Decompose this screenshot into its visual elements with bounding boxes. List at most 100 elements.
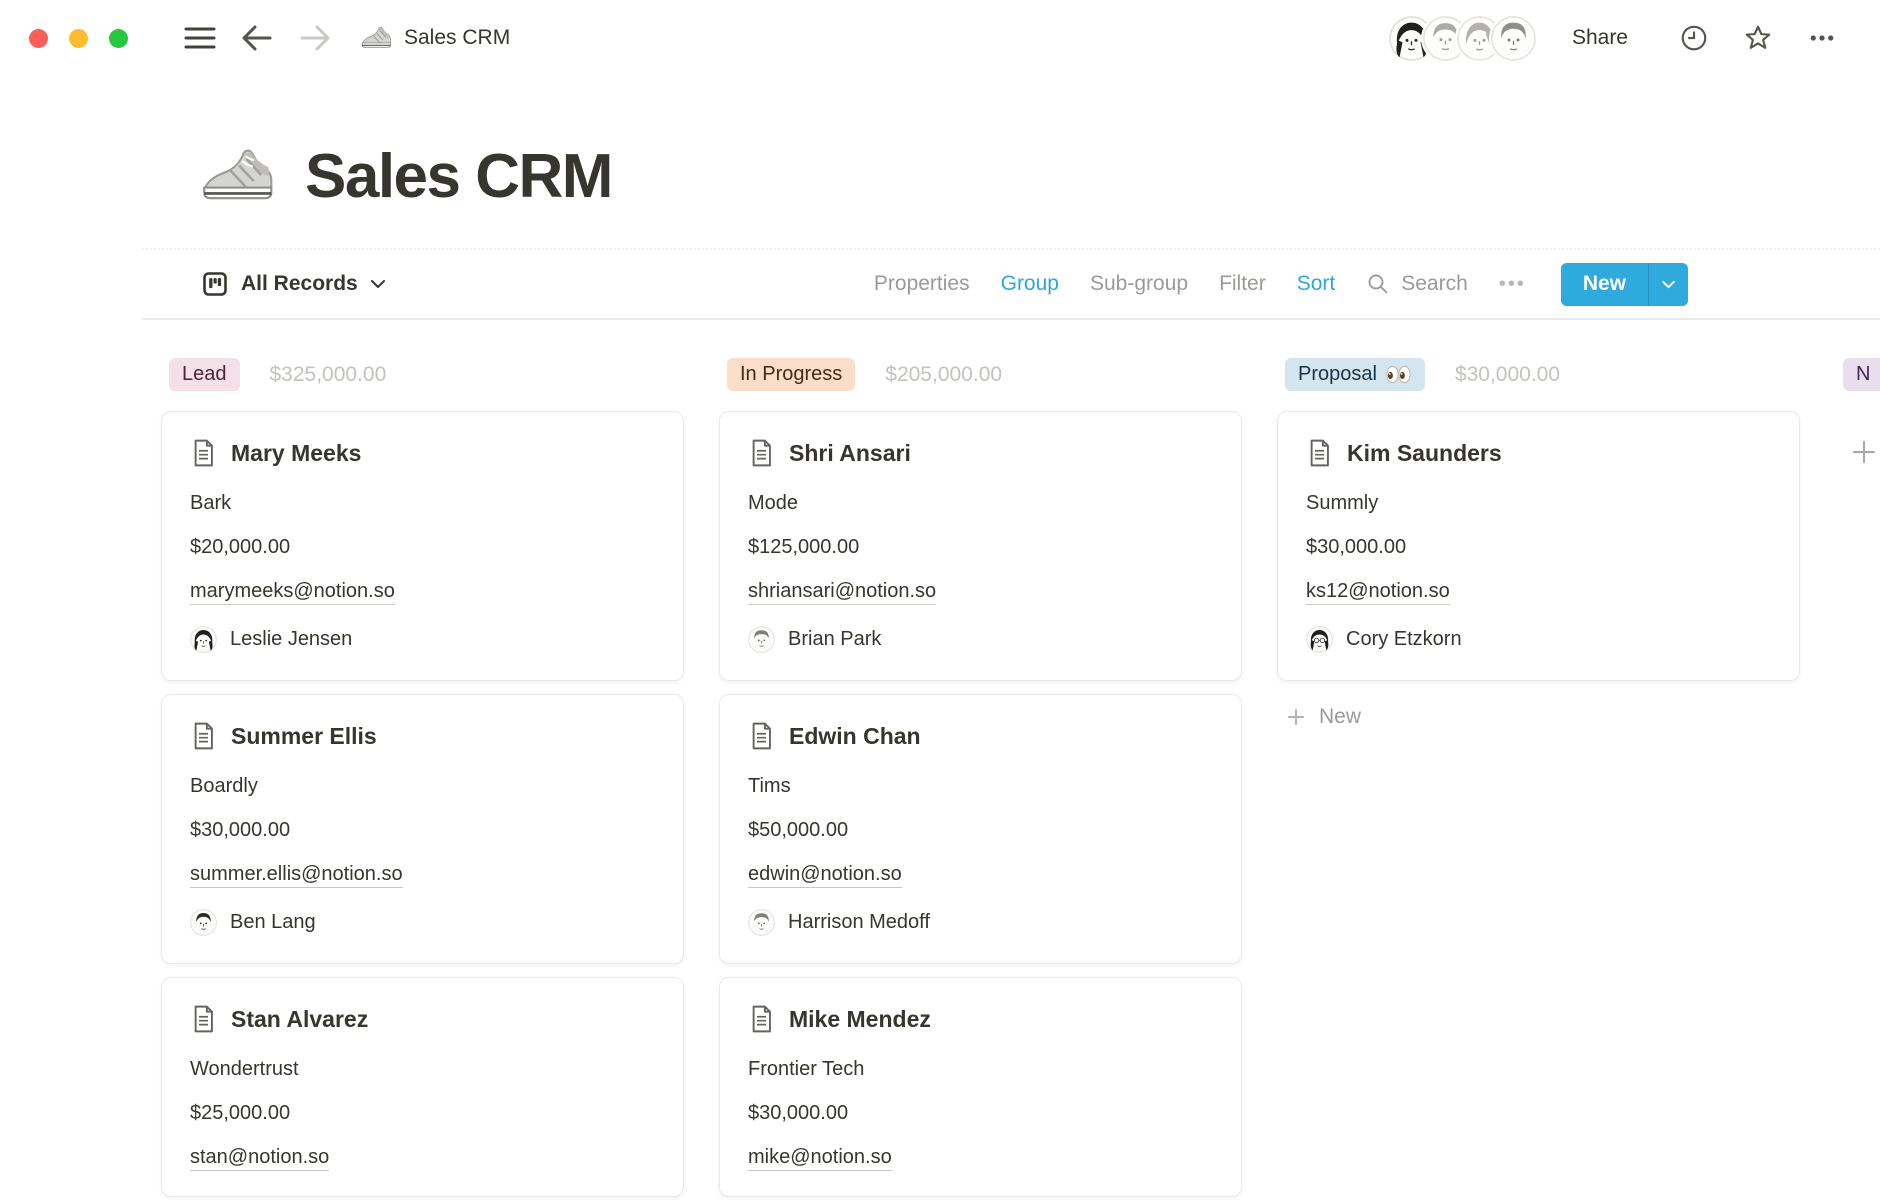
card-email-link[interactable]: mike@notion.so [748,1146,892,1171]
view-more-icon[interactable]: ••• [1499,273,1526,296]
card-company: Summly [1306,490,1771,516]
doc-icon [190,438,217,468]
collaborator-avatar[interactable] [1491,16,1536,61]
card-email-link[interactable]: edwin@notion.so [748,863,902,888]
minimize-window-button[interactable] [69,29,88,48]
owner-name: Leslie Jensen [230,624,352,654]
clock-icon[interactable] [1679,23,1709,53]
card-email-link[interactable]: shriansari@notion.so [748,580,936,605]
new-card-label: New [1319,705,1361,729]
properties-button[interactable]: Properties [874,272,970,296]
view-tab-all-records[interactable]: All Records [201,270,386,298]
view-name: All Records [241,272,358,296]
group-button[interactable]: Group [1001,272,1059,296]
card-email-link[interactable]: ks12@notion.so [1306,580,1450,605]
card-amount: $125,000.00 [748,534,1213,560]
card-company: Wondertrust [190,1056,655,1082]
card-amount: $30,000.00 [190,817,655,843]
search-label: Search [1401,272,1468,296]
owner-avatar [748,909,775,936]
card-title: Mike Mendez [789,1004,931,1034]
doc-icon [748,721,775,751]
kanban-board: Lead $325,000.00 Mary Meeks Bark $20,000… [0,358,1880,1200]
card-title: Kim Saunders [1347,438,1502,468]
doc-icon [748,438,775,468]
card-title: Edwin Chan [789,721,921,751]
owner-name: Brian Park [788,624,881,654]
card-email-link[interactable]: stan@notion.so [190,1146,329,1171]
card-company: Tims [748,773,1213,799]
card-email-link[interactable]: summer.ellis@notion.so [190,863,403,888]
window-controls [29,29,128,48]
card-amount: $50,000.00 [748,817,1213,843]
more-options-icon[interactable] [1807,23,1837,53]
status-badge-proposal[interactable]: Proposal [1285,358,1425,391]
status-label: Proposal [1298,363,1377,386]
card-mary-meeks[interactable]: Mary Meeks Bark $20,000.00 marymeeks@not… [161,411,684,681]
window-topbar: Sales CRM Share [0,0,1880,76]
owner-avatar [190,626,217,653]
new-split-button: New [1561,263,1688,306]
breadcrumb: Sales CRM [360,22,510,54]
owner-name: Ben Lang [230,907,316,937]
doc-icon [190,721,217,751]
column-partial-negotiation: N [1835,358,1880,472]
card-stan-alvarez[interactable]: Stan Alvarez Wondertrust $25,000.00 stan… [161,977,684,1197]
card-company: Frontier Tech [748,1056,1213,1082]
zoom-window-button[interactable] [109,29,128,48]
column-sum: $325,000.00 [270,363,387,387]
card-mike-mendez[interactable]: Mike Mendez Frontier Tech $30,000.00 mik… [719,977,1242,1197]
card-title: Summer Ellis [231,721,377,751]
status-badge-partial[interactable]: N [1843,358,1880,391]
new-dropdown-button[interactable] [1648,263,1688,306]
owner-name: Harrison Medoff [788,907,930,937]
sort-button[interactable]: Sort [1297,272,1336,296]
new-button[interactable]: New [1561,263,1648,306]
search-button[interactable]: Search [1366,272,1468,296]
view-controls: Properties Group Sub-group Filter Sort S… [874,263,1688,306]
filter-button[interactable]: Filter [1219,272,1266,296]
card-amount: $25,000.00 [190,1100,655,1126]
doc-icon [1306,438,1333,468]
owner-avatar [1306,626,1333,653]
add-card-plus-icon[interactable] [1849,437,1879,470]
owner-name: Cory Etzkorn [1346,624,1462,654]
sidebar-menu-icon[interactable] [184,25,216,51]
card-edwin-chan[interactable]: Edwin Chan Tims $50,000.00 edwin@notion.… [719,694,1242,964]
close-window-button[interactable] [29,29,48,48]
card-company: Bark [190,490,655,516]
view-toolbar: All Records Properties Group Sub-group F… [142,248,1880,320]
column-lead: Lead $325,000.00 Mary Meeks Bark $20,000… [161,358,684,1200]
card-amount: $20,000.00 [190,534,655,560]
new-chevron-icon [1661,280,1676,289]
subgroup-button[interactable]: Sub-group [1090,272,1188,296]
card-shri-ansari[interactable]: Shri Ansari Mode $125,000.00 shriansari@… [719,411,1242,681]
sneaker-icon [360,22,392,54]
owner-avatar [190,909,217,936]
tab-title: Sales CRM [404,26,510,50]
card-company: Mode [748,490,1213,516]
forward-icon[interactable] [298,23,332,53]
sneaker-page-icon[interactable] [199,138,275,214]
share-button[interactable]: Share [1572,26,1628,50]
owner-avatar [748,626,775,653]
card-email-link[interactable]: marymeeks@notion.so [190,580,395,605]
back-icon[interactable] [240,23,274,53]
search-icon [1366,272,1390,296]
page-title[interactable]: Sales CRM [305,141,612,212]
card-amount: $30,000.00 [748,1100,1213,1126]
board-view-icon [201,270,229,298]
collaborator-avatars [1389,16,1536,61]
card-kim-saunders[interactable]: Kim Saunders Summly $30,000.00 ks12@noti… [1277,411,1800,681]
status-badge-in-progress[interactable]: In Progress [727,358,855,391]
card-summer-ellis[interactable]: Summer Ellis Boardly $30,000.00 summer.e… [161,694,684,964]
chevron-down-icon [370,279,386,289]
card-title: Mary Meeks [231,438,361,468]
doc-icon [190,1004,217,1034]
eyes-emoji [1385,365,1412,384]
page-header: Sales CRM [199,138,1880,214]
add-card-new-button[interactable]: New [1285,705,1361,729]
status-badge-lead[interactable]: Lead [169,358,240,391]
card-title: Shri Ansari [789,438,911,468]
star-icon[interactable] [1743,23,1773,53]
